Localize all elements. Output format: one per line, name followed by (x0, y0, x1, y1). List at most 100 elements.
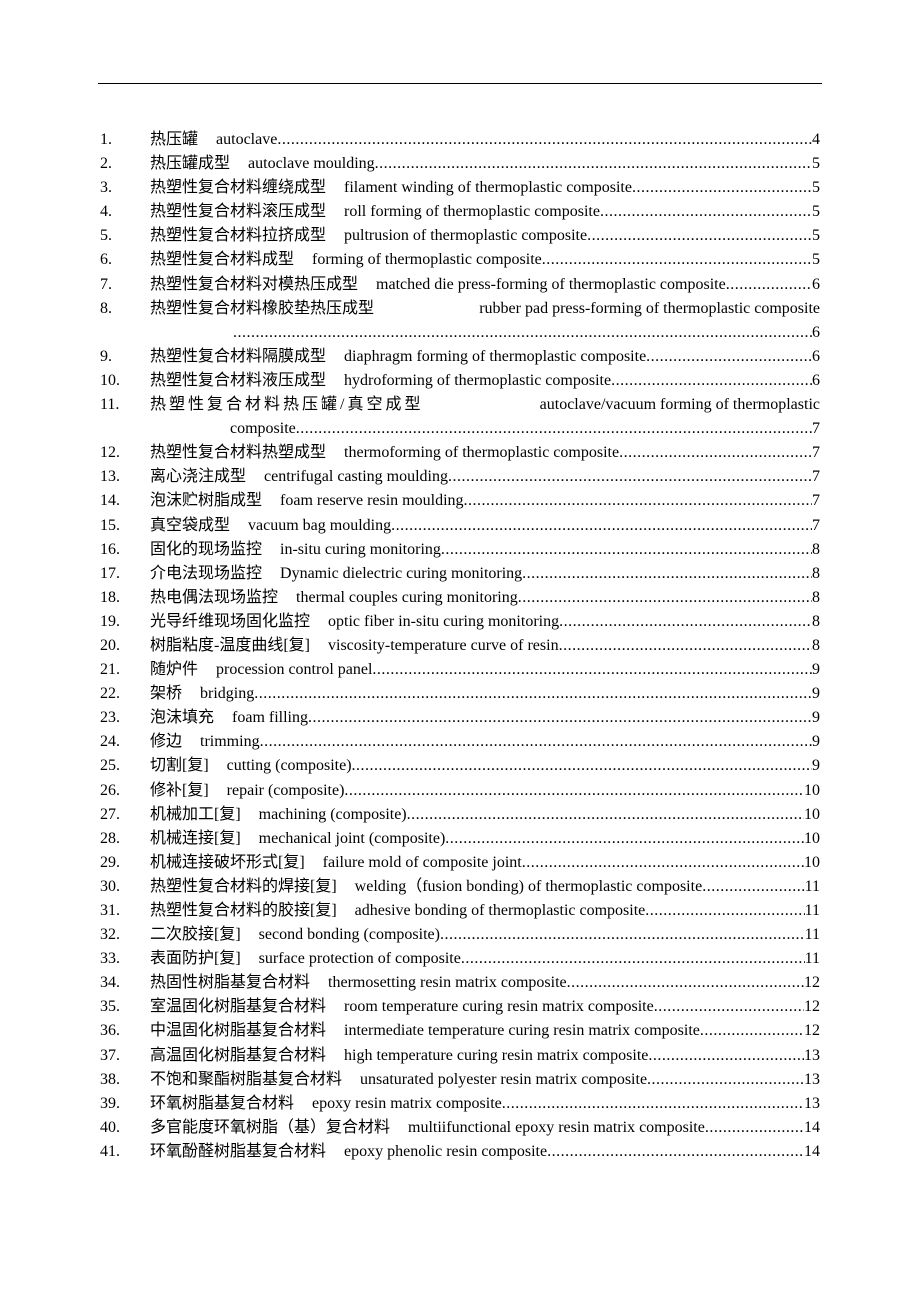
toc-entry[interactable]: 24. 修边 trimming 9 (100, 730, 820, 754)
entry-page-number: 7 (812, 492, 820, 510)
toc-entry[interactable]: 26. 修补[复] repair (composite) 10 (100, 779, 820, 803)
toc-entry[interactable]: 5. 热塑性复合材料拉挤成型 pultrusion of thermoplastic… (100, 224, 820, 248)
toc-entry[interactable]: 18. 热电偶法现场监控 thermal couples curing monito… (100, 586, 820, 610)
entry-number: 34. (100, 974, 120, 992)
entry-text: 中温固化树脂基复合材料 intermediate temperature curi… (150, 1019, 820, 1043)
entry-number: 14. (100, 492, 120, 510)
entry-english-title: bridging (200, 685, 255, 703)
toc-entry[interactable]: 33. 表面防护[复] surface protection of composit… (100, 947, 820, 971)
entry-number: 24. (100, 733, 120, 751)
dot-leader (702, 875, 804, 899)
toc-entry-continuation[interactable]: 6 (100, 321, 820, 345)
entry-text: 热压罐成型 autoclave moulding 5 (150, 152, 820, 176)
toc-entry[interactable]: 38. 不饱和聚酯树脂基复合材料 unsaturated polyester res… (100, 1068, 820, 1092)
header-rule (98, 83, 822, 84)
entry-english-title: mechanical joint (composite) (258, 829, 446, 847)
toc-entry[interactable]: 25. 切割[复] cutting (composite) 9 (100, 754, 820, 778)
toc-entry[interactable]: 11. 热塑性复合材料热压罐/真空成型 autoclave/vacuum formi… (100, 393, 820, 417)
dot-leader (461, 947, 805, 971)
toc-entry[interactable]: 22. 架桥 bridging 9 (100, 682, 820, 706)
toc-entry[interactable]: 39. 环氧树脂基复合材料 epoxy resin matrix composite… (100, 1092, 820, 1116)
entry-english-title: thermoforming of thermoplastic composite (344, 444, 620, 462)
toc-entry[interactable]: 40. 多官能度环氧树脂（基）复合材料 multiifunctional epoxy… (100, 1116, 820, 1140)
entry-english-title: matched die press-forming of thermoplast… (376, 275, 726, 293)
entry-english-title: machining (composite) (258, 805, 407, 823)
entry-page-number: 9 (812, 661, 820, 679)
entry-text: 机械连接[复] mechanical joint (composite) 10 (150, 827, 820, 851)
entry-english-title: second bonding (composite) (258, 926, 440, 944)
toc-entry[interactable]: 10. 热塑性复合材料液压成型 hydroforming of thermoplas… (100, 369, 820, 393)
dot-leader (502, 1092, 804, 1116)
entry-text: 热塑性复合材料缠绕成型 filament winding of thermopla… (150, 176, 820, 200)
toc-entry[interactable]: 34. 热固性树脂基复合材料 thermosetting resin matrix … (100, 971, 820, 995)
dot-leader (522, 851, 804, 875)
toc-entry[interactable]: 30. 热塑性复合材料的焊接[复] welding（fusion bonding) … (100, 875, 820, 899)
toc-entry[interactable]: 3. 热塑性复合材料缠绕成型 filament winding of thermop… (100, 176, 820, 200)
entry-number: 21. (100, 661, 120, 679)
entry-text: 热塑性复合材料液压成型 hydroforming of thermoplastic… (150, 369, 820, 393)
entry-english-title: high temperature curing resin matrix com… (344, 1046, 649, 1064)
toc-entry[interactable]: 13. 离心浇注成型 centrifugal casting moulding 7 (100, 465, 820, 489)
entry-text: 热塑性复合材料的胶接[复] adhesive bonding of thermop… (150, 899, 820, 923)
toc-entry[interactable]: 16. 固化的现场监控 in-situ curing monitoring 8 (100, 538, 820, 562)
entry-chinese-title: 随炉件 (150, 661, 199, 679)
toc-entry[interactable]: 2. 热压罐成型 autoclave moulding 5 (100, 152, 820, 176)
toc-entry[interactable]: 12. 热塑性复合材料热塑成型 thermoforming of thermopla… (100, 441, 820, 465)
dot-leader (464, 489, 812, 513)
entry-text: 不饱和聚酯树脂基复合材料 unsaturated polyester resin … (150, 1068, 820, 1092)
toc-entry[interactable]: 8. 热塑性复合材料橡胶垫热压成型 rubber pad press-forming… (100, 297, 820, 321)
entry-text: 光导纤维现场固化监控 optic fiber in-situ curing mon… (150, 610, 820, 634)
entry-page-number: 13 (804, 1094, 820, 1112)
entry-english-title: hydroforming of thermoplastic composite (344, 371, 612, 389)
toc-entry[interactable]: 7. 热塑性复合材料对模热压成型 matched die press-forming… (100, 273, 820, 297)
dot-leader (645, 899, 804, 923)
entry-page-number: 11 (804, 926, 820, 944)
dot-leader (233, 321, 812, 345)
entry-chinese-title: 热塑性复合材料热塑成型 (150, 444, 327, 462)
toc-entry[interactable]: 17. 介电法现场监控 Dynamic dielectric curing moni… (100, 562, 820, 586)
toc-entry[interactable]: 35. 室温固化树脂基复合材料 room temperature curing re… (100, 995, 820, 1019)
dot-leader (705, 1116, 804, 1140)
dot-leader (448, 465, 812, 489)
entry-chinese-title: 机械加工[复] (150, 805, 241, 823)
toc-entry[interactable]: 31. 热塑性复合材料的胶接[复] adhesive bonding of ther… (100, 899, 820, 923)
toc-entry[interactable]: 37. 高温固化树脂基复合材料 high temperature curing re… (100, 1044, 820, 1068)
toc-entry[interactable]: 15. 真空袋成型 vacuum bag moulding 7 (100, 514, 820, 538)
entry-number: 28. (100, 829, 120, 847)
entry-chinese-title: 泡沫填充 (150, 709, 215, 727)
toc-entry[interactable]: 20. 树脂粘度-温度曲线[复] viscosity-temperature cur… (100, 634, 820, 658)
toc-entry[interactable]: 1. 热压罐 autoclave 4 (100, 128, 820, 152)
toc-entry[interactable]: 32. 二次胶接[复] second bonding (composite) 11 (100, 923, 820, 947)
entry-number: 30. (100, 877, 120, 895)
toc-entry[interactable]: 19. 光导纤维现场固化监控 optic fiber in-situ curing … (100, 610, 820, 634)
toc-entry[interactable]: 41. 环氧酚醛树脂基复合材料 epoxy phenolic resin compo… (100, 1140, 820, 1164)
entry-page-number: 5 (812, 227, 820, 245)
dot-leader (518, 586, 812, 610)
entry-page-number: 14 (804, 1118, 820, 1136)
toc-entry[interactable]: 14. 泡沫贮树脂成型 foam reserve resin moulding 7 (100, 489, 820, 513)
toc-entry[interactable]: 29. 机械连接破坏形式[复] failure mold of composite … (100, 851, 820, 875)
toc-entry[interactable]: 23. 泡沫填充 foam filling 9 (100, 706, 820, 730)
dot-leader (654, 995, 804, 1019)
toc-entry[interactable]: 4. 热塑性复合材料滚压成型 roll forming of thermoplast… (100, 200, 820, 224)
toc-entry[interactable]: 27. 机械加工[复] machining (composite) 10 (100, 803, 820, 827)
dot-leader (352, 754, 812, 778)
toc-entry-continuation[interactable]: composite 7 (100, 417, 820, 441)
toc-entry[interactable]: 28. 机械连接[复] mechanical joint (composite) 10 (100, 827, 820, 851)
dot-leader (646, 345, 812, 369)
entry-page-number: 8 (812, 612, 820, 630)
entry-number: 18. (100, 588, 120, 606)
entry-page-number: 9 (812, 757, 820, 775)
dot-leader (600, 200, 812, 224)
toc-entry[interactable]: 6. 热塑性复合材料成型 forming of thermoplastic comp… (100, 248, 820, 272)
dot-leader (375, 152, 812, 176)
entry-english-title: diaphragm forming of thermoplastic compo… (344, 347, 647, 365)
entry-number: 7. (100, 275, 112, 293)
toc-entry[interactable]: 36. 中温固化树脂基复合材料 intermediate temperature c… (100, 1019, 820, 1043)
entry-number: 40. (100, 1118, 120, 1136)
entry-english-title: pultrusion of thermoplastic composite (344, 227, 588, 245)
toc-entry[interactable]: 9. 热塑性复合材料隔膜成型 diaphragm forming of thermo… (100, 345, 820, 369)
entry-chinese-title: 光导纤维现场固化监控 (150, 612, 311, 630)
entry-chinese-title: 机械连接[复] (150, 829, 241, 847)
toc-entry[interactable]: 21. 随炉件 procession control panel 9 (100, 658, 820, 682)
